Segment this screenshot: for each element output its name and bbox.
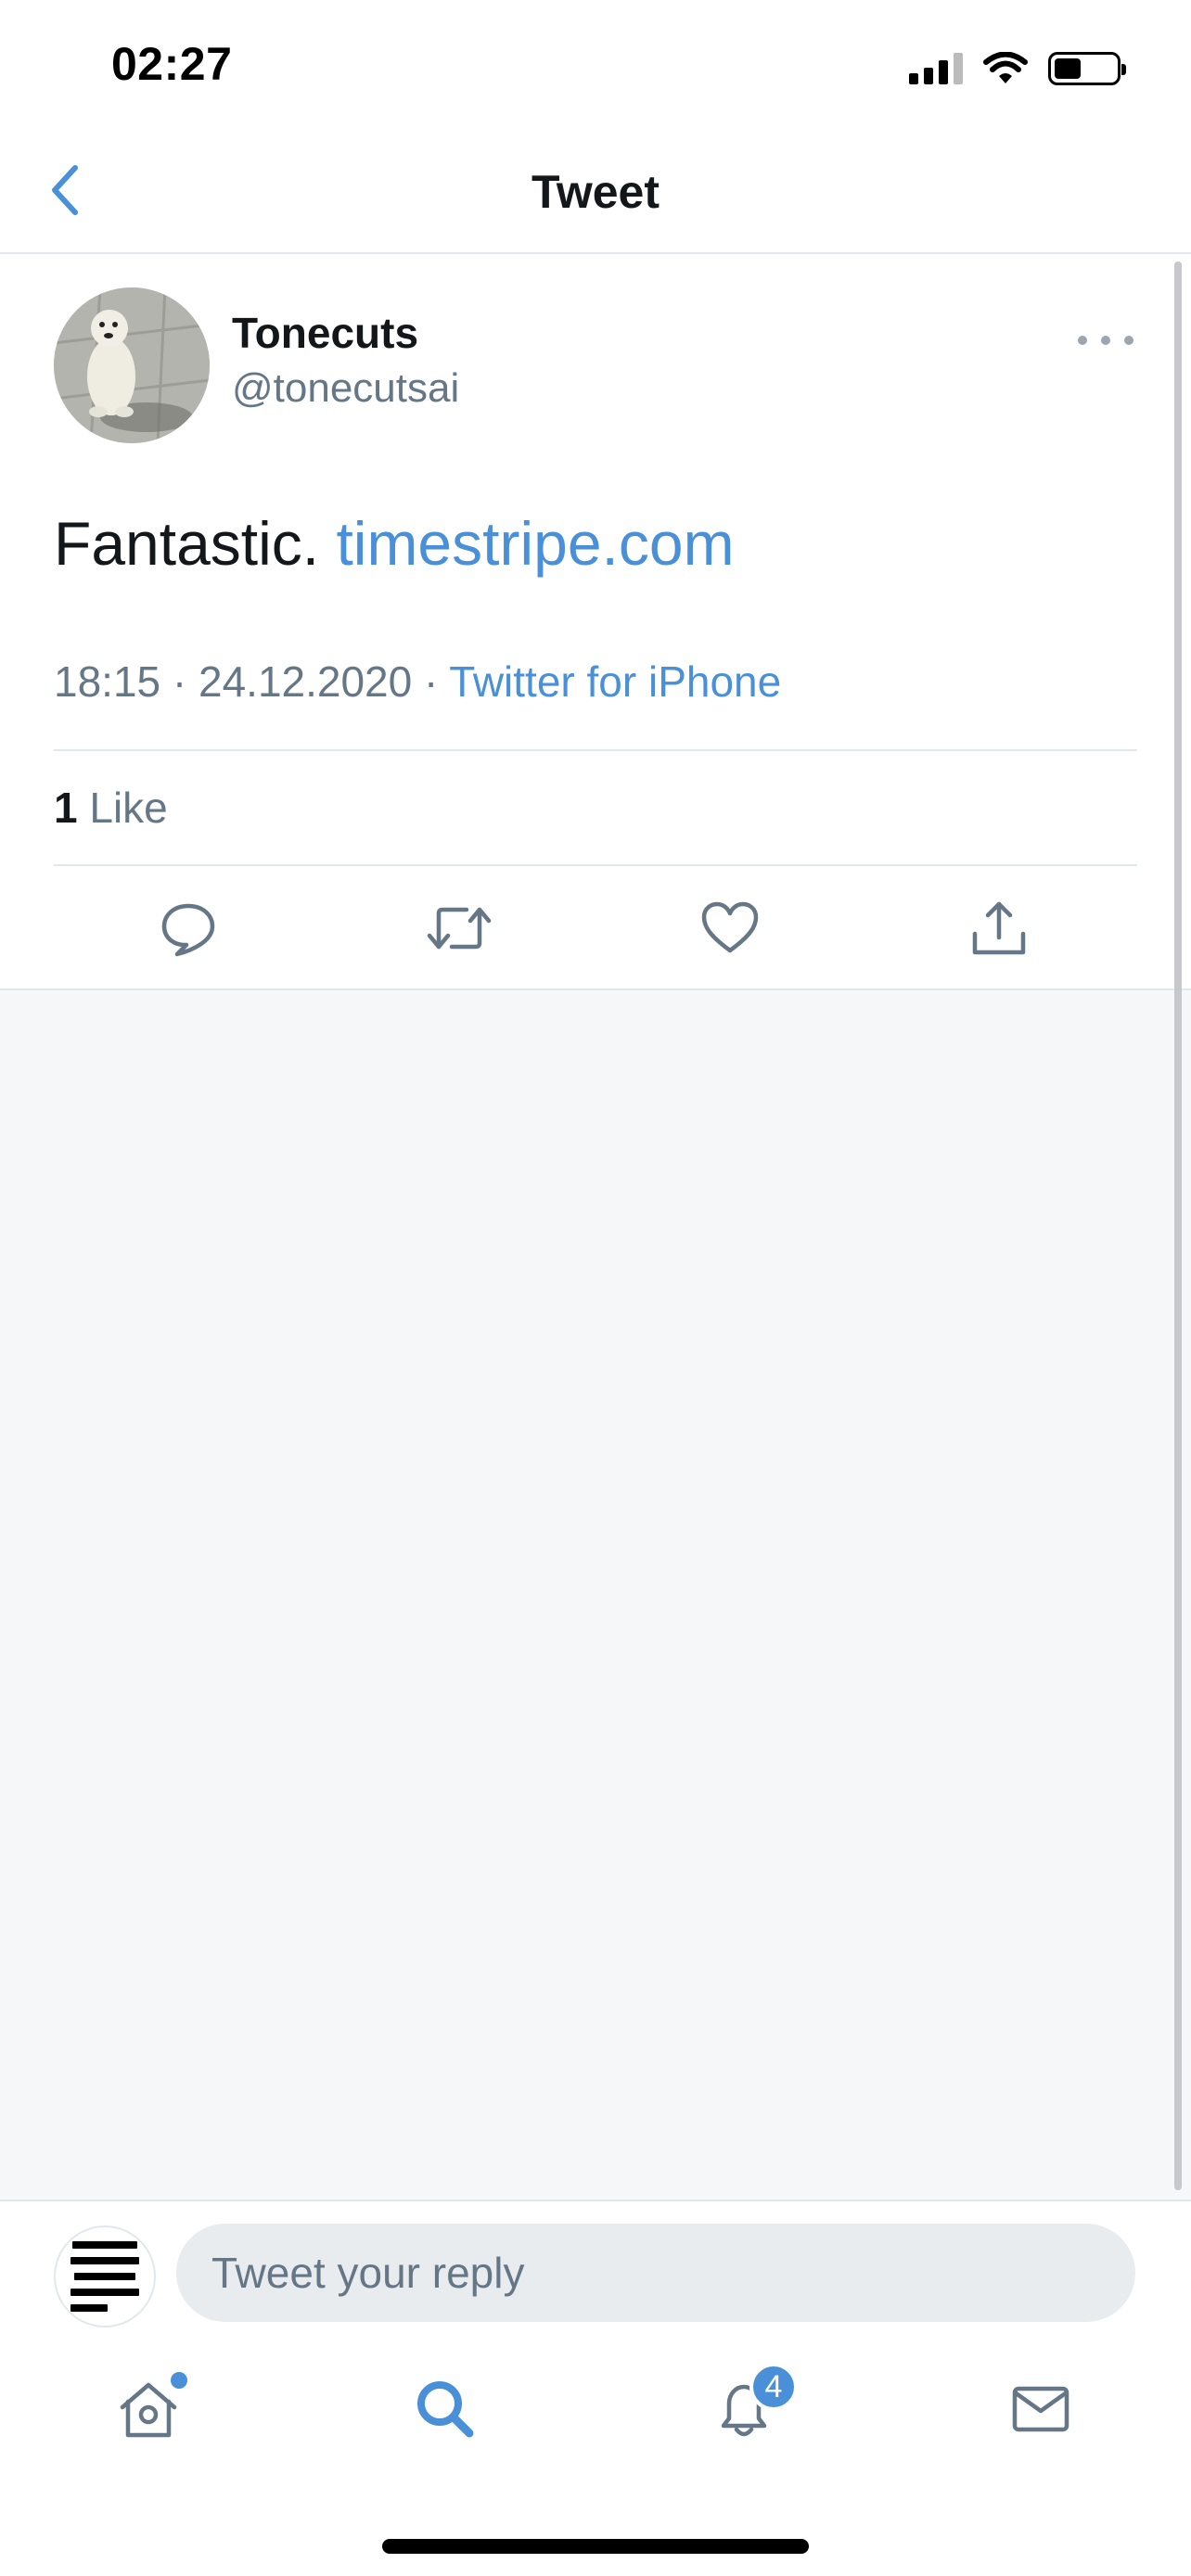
divider (54, 749, 1137, 751)
status-time: 02:27 (111, 38, 233, 90)
tab-notifications[interactable]: 4 (698, 2363, 798, 2455)
tweet-meta: 18:15 · 24.12.2020 · Twitter for iPhone (54, 657, 781, 707)
reply-input[interactable] (176, 2224, 1135, 2322)
tab-messages[interactable] (994, 2363, 1087, 2455)
battery-icon (1048, 52, 1126, 85)
tweet-source-link[interactable]: Twitter for iPhone (449, 657, 781, 706)
cellular-signal-icon (909, 53, 963, 84)
share-icon (972, 901, 1026, 955)
tweet-link[interactable]: timestripe.com (336, 509, 734, 578)
share-button[interactable] (957, 886, 1041, 970)
home-indicator[interactable] (382, 2539, 809, 2554)
scrollbar[interactable] (1174, 261, 1182, 2190)
likes-label: Like (89, 784, 168, 832)
author-handle[interactable]: @tonecutsai (232, 365, 459, 412)
more-options-button[interactable] (1078, 326, 1133, 354)
tweet-text: Fantastic. timestripe.com (54, 508, 735, 579)
page-title: Tweet (531, 166, 660, 218)
polar-bear-image (54, 287, 210, 443)
replies-area (0, 988, 1191, 2200)
tweet-detail: Tonecuts @tonecutsai Fantastic. timestri… (0, 256, 1191, 988)
mail-icon (1012, 2386, 1069, 2432)
notifications-badge: 4 (749, 2363, 798, 2411)
tweet-body: Fantastic. (54, 509, 320, 578)
status-bar: 02:27 (0, 0, 1191, 130)
nav-bar: Tweet (0, 130, 1191, 254)
tab-search[interactable] (399, 2363, 492, 2455)
retweet-button[interactable] (417, 886, 501, 970)
retweet-icon (427, 907, 492, 950)
divider (54, 864, 1137, 866)
status-icons (909, 48, 1126, 89)
reply-icon (161, 903, 215, 957)
like-button[interactable] (688, 886, 772, 970)
tab-home[interactable] (102, 2363, 195, 2455)
new-content-dot (171, 2372, 187, 2389)
likes-count[interactable]: 1 Like (54, 783, 168, 833)
reply-button[interactable] (147, 886, 230, 970)
user-avatar[interactable] (54, 2225, 156, 2327)
avatar[interactable] (54, 287, 210, 443)
tweet-timestamp: 18:15 · 24.12.2020 · (54, 657, 439, 706)
tweet-actions (0, 886, 1191, 988)
search-icon (417, 2381, 474, 2438)
heart-icon (701, 901, 759, 953)
author-display-name[interactable]: Tonecuts (232, 308, 418, 358)
wifi-icon (983, 52, 1028, 83)
reply-composer (0, 2200, 1191, 2329)
likes-number: 1 (54, 784, 78, 832)
